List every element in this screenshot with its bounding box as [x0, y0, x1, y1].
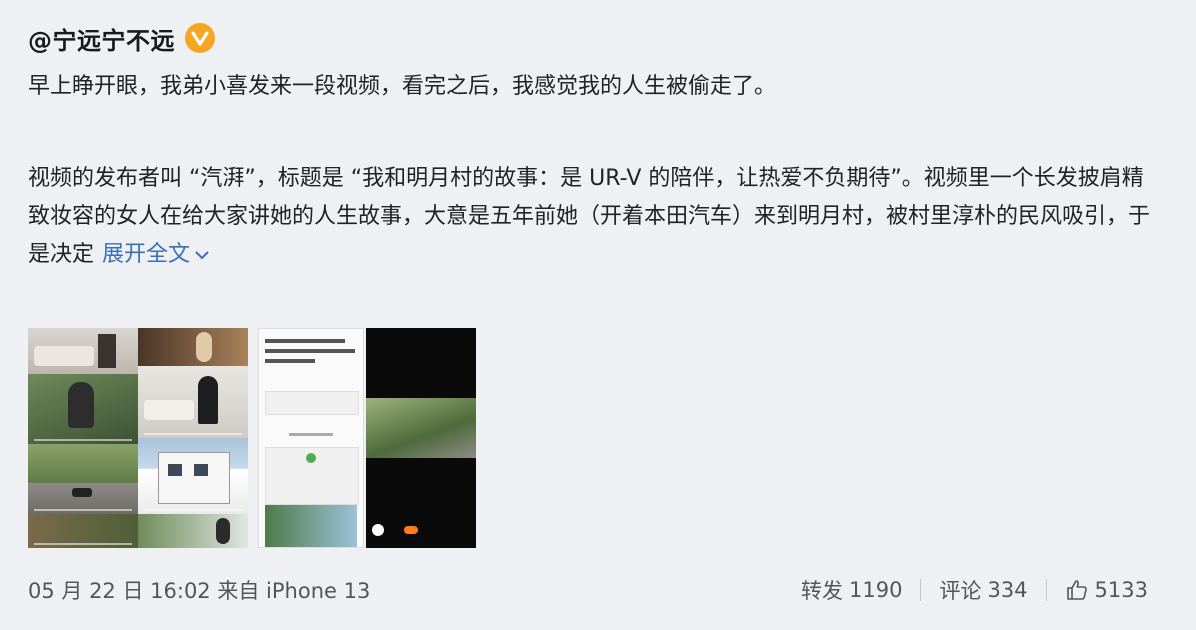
image-thumbnail-2[interactable] [28, 374, 138, 444]
image-thumbnail-6[interactable] [138, 366, 248, 438]
comment-label: 评论 [939, 579, 982, 603]
author-name[interactable]: @宁远宁不远 [28, 21, 175, 56]
post-date[interactable]: 05 月 22 日 16:02 [28, 579, 211, 603]
divider [1045, 579, 1047, 601]
like-button[interactable]: 5133 [1065, 578, 1148, 602]
image-thumbnail-5[interactable] [138, 328, 248, 366]
weibo-post: @宁远宁不远 早上睁开眼，我弟小喜发来一段视频，看完之后，我感觉我的人生被偷走了… [28, 18, 1168, 274]
post-footer: 05 月 22 日 16:02 来自 iPhone 13 转发 1190 评论 … [28, 575, 1148, 605]
author-row: @宁远宁不远 [28, 18, 1168, 58]
image-thumbnail-4[interactable] [28, 514, 138, 548]
post-source: 来自 iPhone 13 [217, 579, 371, 603]
verified-badge-icon [185, 23, 215, 53]
image-thumbnail-1[interactable] [28, 328, 138, 374]
post-images [28, 328, 476, 548]
image-thumbnail-10[interactable] [366, 328, 476, 548]
image-thumbnail-3[interactable] [28, 444, 138, 514]
like-count: 5133 [1094, 578, 1148, 602]
post-paragraph-1: 早上睁开眼，我弟小喜发来一段视频，看完之后，我感觉我的人生被偷走了。 [28, 74, 777, 99]
post-actions: 转发 1190 评论 334 5133 [801, 575, 1148, 605]
thumbs-up-icon [1066, 580, 1087, 600]
image-thumbnail-8[interactable] [138, 514, 248, 548]
expand-label: 展开全文 [102, 242, 191, 267]
comment-count: 334 [987, 578, 1028, 602]
repost-button[interactable]: 转发 1190 [801, 575, 902, 605]
chevron-down-icon [195, 251, 209, 260]
repost-count: 1190 [849, 578, 903, 602]
image-thumbnail-9[interactable] [258, 328, 364, 548]
repost-label: 转发 [801, 579, 843, 603]
comment-button[interactable]: 评论 334 [939, 575, 1027, 605]
expand-full-text-link[interactable]: 展开全文 [102, 242, 210, 267]
image-thumbnail-7[interactable] [138, 438, 248, 514]
divider [920, 579, 922, 601]
post-paragraph-2: 视频的发布者叫 “汽湃”，标题是 “我和明月村的故事：是 UR-V 的陪伴，让热… [28, 160, 1158, 274]
post-meta: 05 月 22 日 16:02 来自 iPhone 13 [28, 575, 370, 605]
